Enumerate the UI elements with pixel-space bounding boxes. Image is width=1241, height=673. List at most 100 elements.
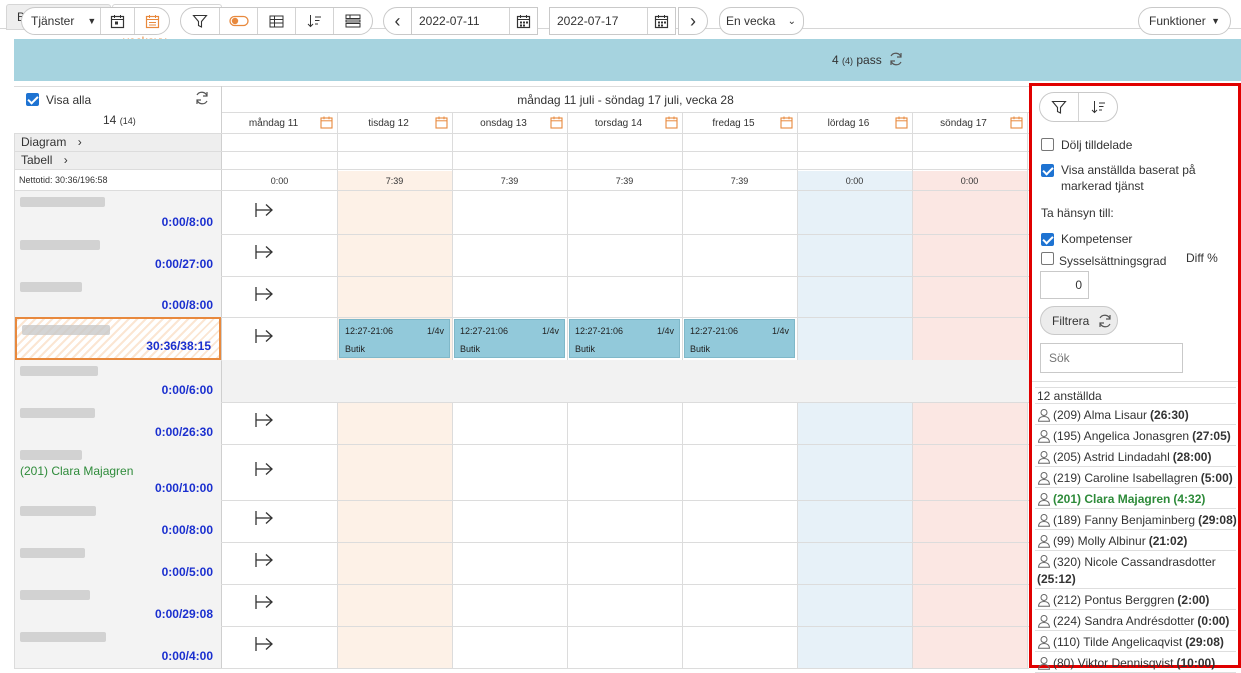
employee-row[interactable]: 0:00/8:00: [15, 500, 221, 542]
assign-arrow-icon[interactable]: [254, 328, 278, 349]
employee-row[interactable]: 0:00/8:00: [15, 191, 221, 234]
diagram-toggle[interactable]: Diagram ›: [15, 134, 221, 151]
shift-location: Butik: [345, 344, 366, 354]
employee-list-item[interactable]: (80) Viktor Dennisqvist (10:00): [1035, 653, 1236, 673]
chevron-right-icon: ›: [690, 11, 696, 31]
competences-label: Kompetenser: [1061, 232, 1133, 246]
calendar-icon[interactable]: [435, 116, 448, 132]
employee-list-item[interactable]: (209) Alma Lisaur (26:30): [1035, 405, 1236, 425]
calendar-icon[interactable]: [550, 116, 563, 132]
assign-arrow-icon[interactable]: [254, 202, 278, 223]
filter-action-button[interactable]: Filtrera: [1040, 306, 1118, 335]
services-dropdown[interactable]: Tjänster ▼: [22, 8, 102, 34]
employee-list-hours: (0:00): [1197, 613, 1230, 628]
sort-button[interactable]: [296, 8, 334, 34]
toggle-button[interactable]: [220, 8, 258, 34]
employees-count: 12 anställda: [1035, 387, 1236, 404]
day-net-time: 7:39: [500, 175, 519, 186]
employee-list-hours: (29:08): [1185, 634, 1224, 649]
employee-name-redacted: [20, 240, 100, 250]
day-column: [222, 171, 337, 668]
employee-row[interactable]: 0:00/6:00: [15, 360, 221, 402]
calendar-icon[interactable]: [780, 116, 793, 132]
employee-list-item[interactable]: (201) Clara Majagren (4:32): [1035, 489, 1236, 509]
employee-row[interactable]: 0:00/8:00: [15, 276, 221, 317]
employee-list-item[interactable]: (320) Nicole Cassandrasdotter (25:12): [1035, 552, 1236, 589]
assign-arrow-icon[interactable]: [254, 461, 278, 482]
refresh-pass-button[interactable]: [888, 51, 904, 70]
functions-dropdown[interactable]: Funktioner ▼: [1138, 7, 1231, 35]
calendar-week-button[interactable]: [101, 8, 136, 34]
diff-input[interactable]: 0: [1040, 271, 1089, 299]
calendar-icon[interactable]: [320, 116, 333, 132]
employee-row[interactable]: (201) Clara Majagren 0:00/10:00: [15, 444, 221, 500]
next-week-button[interactable]: ›: [678, 7, 708, 35]
shift-block[interactable]: 12:27-21:06 1/4v Butik: [339, 319, 450, 358]
employee-name: (201) Clara Majagren: [20, 464, 134, 478]
employee-hours: 0:00/10:00: [154, 481, 213, 495]
calendar-icon[interactable]: [665, 116, 678, 132]
show-based-on-checkbox[interactable]: [1041, 164, 1054, 177]
employee-list-item[interactable]: (205) Astrid Lindadahl (28:00): [1035, 447, 1236, 467]
employee-list-item[interactable]: (212) Pontus Berggren (2:00): [1035, 590, 1236, 610]
competences-checkbox[interactable]: [1041, 233, 1054, 246]
employee-row[interactable]: 0:00/4:00: [15, 626, 221, 668]
date-to-field[interactable]: 2022-07-17: [549, 7, 676, 35]
panel-filter-button[interactable]: [1040, 93, 1079, 121]
shift-block[interactable]: 12:27-21:06 1/4v Butik: [569, 319, 680, 358]
date-to-value: 2022-07-17: [557, 14, 619, 28]
employee-list-item[interactable]: (110) Tilde Angelicaqvist (29:08): [1035, 632, 1236, 652]
period-select[interactable]: En vecka ⌄: [719, 7, 804, 35]
employee-count-value: 14: [103, 113, 117, 127]
table-toggle[interactable]: Tabell ›: [15, 152, 221, 169]
assign-arrow-icon[interactable]: [254, 594, 278, 615]
assign-arrow-icon[interactable]: [254, 412, 278, 433]
employee-row[interactable]: 0:00/26:30: [15, 402, 221, 444]
employee-list-item[interactable]: (195) Angelica Jonasgren (27:05): [1035, 426, 1236, 446]
employee-list-item[interactable]: (219) Caroline Isabellagren (5:00): [1035, 468, 1236, 488]
date-to-picker[interactable]: [647, 8, 675, 34]
panel-sort-button[interactable]: [1079, 93, 1117, 121]
date-from-field[interactable]: 2022-07-11: [411, 7, 538, 35]
calendar-icon: [516, 14, 531, 28]
layout-button[interactable]: [334, 8, 372, 34]
employee-list-hours: (27:05): [1192, 428, 1231, 443]
employee-list-name: (201) Clara Majagren: [1053, 491, 1171, 506]
employee-list-name: (320) Nicole Cassandrasdotter: [1053, 555, 1216, 569]
shift-block[interactable]: 12:27-21:06 1/4v Butik: [454, 319, 565, 358]
assign-arrow-icon[interactable]: [254, 244, 278, 265]
calendar-icon[interactable]: [895, 116, 908, 132]
previous-week-button[interactable]: ‹: [383, 7, 412, 35]
calendar-icon[interactable]: [1010, 116, 1023, 132]
employee-row[interactable]: 0:00/5:00: [15, 542, 221, 584]
employment-rate-checkbox[interactable]: [1041, 252, 1054, 265]
employee-list-item[interactable]: (224) Sandra Andrésdotter (0:00): [1035, 611, 1236, 631]
shift-time: 12:27-21:06: [690, 326, 739, 336]
show-all-checkbox[interactable]: [26, 93, 39, 106]
date-from-picker[interactable]: [509, 8, 537, 34]
calendar-day-button[interactable]: [135, 8, 169, 34]
net-time-total: Nettotid: 30:36/196:58: [19, 175, 108, 185]
shift-block[interactable]: 12:27-21:06 1/4v Butik: [684, 319, 795, 358]
toolbar: [14, 39, 1241, 81]
hide-assigned-checkbox[interactable]: [1041, 138, 1054, 151]
employee-list-item[interactable]: (189) Fanny Benjaminberg (29:08): [1035, 510, 1237, 530]
table-view-button[interactable]: [258, 8, 296, 34]
assign-arrow-icon[interactable]: [254, 510, 278, 531]
employee-row[interactable]: 0:00/27:00: [15, 234, 221, 276]
calendar-icon: [654, 14, 669, 28]
refresh-list-button[interactable]: [194, 90, 210, 109]
panel-tools-group: [1039, 92, 1118, 122]
day-net-time: 0:00: [960, 175, 979, 186]
filter-button[interactable]: [181, 8, 220, 34]
assign-arrow-icon[interactable]: [254, 286, 278, 307]
row-divider: [14, 668, 1029, 669]
employee-row[interactable]: 30:36/38:15: [15, 317, 221, 360]
day-column: [682, 171, 797, 668]
employee-list-item[interactable]: (99) Molly Albinur (21:02): [1035, 531, 1236, 551]
employee-row[interactable]: 0:00/29:08: [15, 584, 221, 626]
search-input[interactable]: [1040, 343, 1183, 373]
assign-arrow-icon[interactable]: [254, 636, 278, 657]
consider-label: Ta hänsyn till:: [1041, 206, 1114, 220]
assign-arrow-icon[interactable]: [254, 552, 278, 573]
